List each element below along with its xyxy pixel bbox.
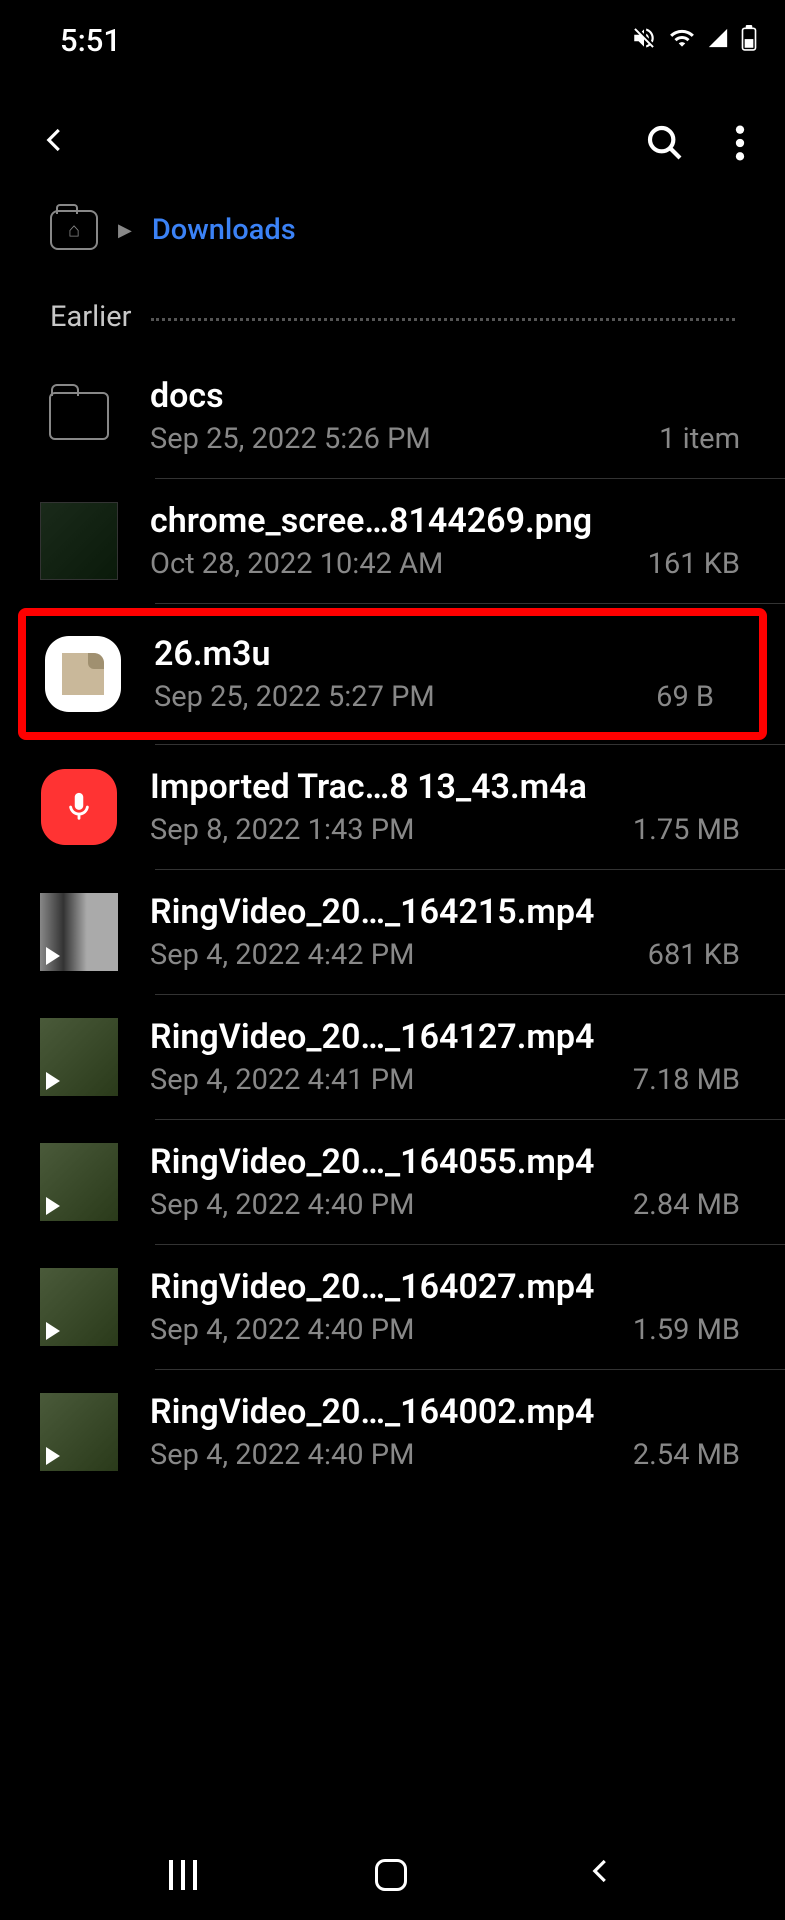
file-list: docs Sep 25, 2022 5:26 PM 1 item chrome_scr… <box>0 354 785 1494</box>
file-name: Imported Trac…8 13_43.m4a <box>150 767 740 807</box>
nav-home-button[interactable] <box>375 1859 407 1891</box>
file-meta: Sep 25, 2022 5:26 PM 1 item <box>150 422 740 456</box>
file-size: 2.84 MB <box>633 1188 740 1222</box>
file-size: 69 B <box>656 680 714 714</box>
file-date: Sep 4, 2022 4:40 PM <box>150 1438 414 1472</box>
file-item[interactable]: RingVideo_20…_164027.mp4 Sep 4, 2022 4:40… <box>0 1245 785 1369</box>
file-details: docs Sep 25, 2022 5:26 PM 1 item <box>150 376 785 456</box>
file-size: 161 KB <box>648 547 740 581</box>
file-meta: Oct 28, 2022 10:42 AM 161 KB <box>150 547 740 581</box>
wifi-icon <box>669 25 695 55</box>
file-date: Sep 4, 2022 4:40 PM <box>150 1188 414 1222</box>
file-details: Imported Trac…8 13_43.m4a Sep 8, 2022 1:4… <box>150 767 785 847</box>
file-item[interactable]: RingVideo_20…_164055.mp4 Sep 4, 2022 4:40… <box>0 1120 785 1244</box>
audio-icon <box>40 768 118 846</box>
app-header <box>0 70 785 190</box>
image-thumbnail <box>40 502 118 580</box>
video-thumbnail <box>40 1143 118 1221</box>
file-item[interactable]: RingVideo_20…_164002.mp4 Sep 4, 2022 4:40… <box>0 1370 785 1494</box>
file-meta: Sep 4, 2022 4:41 PM 7.18 MB <box>150 1063 740 1097</box>
file-details: 26.m3u Sep 25, 2022 5:27 PM 69 B <box>154 634 759 714</box>
home-folder-icon[interactable] <box>50 210 98 250</box>
section-header: Earlier <box>0 280 785 354</box>
nav-back-button[interactable] <box>586 1856 616 1894</box>
breadcrumb: ▶ Downloads <box>0 190 785 280</box>
search-icon[interactable] <box>645 123 685 167</box>
file-size: 1.75 MB <box>633 813 740 847</box>
file-date: Sep 8, 2022 1:43 PM <box>150 813 414 847</box>
mute-icon <box>631 25 657 55</box>
status-time: 5:51 <box>60 22 121 59</box>
file-date: Oct 28, 2022 10:42 AM <box>150 547 443 581</box>
back-button[interactable] <box>40 120 70 170</box>
file-date: Sep 4, 2022 4:42 PM <box>150 938 414 972</box>
file-details: RingVideo_20…_164055.mp4 Sep 4, 2022 4:40… <box>150 1142 785 1222</box>
folder-icon <box>40 377 118 455</box>
file-meta: Sep 4, 2022 4:40 PM 2.84 MB <box>150 1188 740 1222</box>
file-details: RingVideo_20…_164215.mp4 Sep 4, 2022 4:42… <box>150 892 785 972</box>
status-icons <box>631 25 757 55</box>
file-meta: Sep 8, 2022 1:43 PM 1.75 MB <box>150 813 740 847</box>
breadcrumb-current[interactable]: Downloads <box>152 213 296 247</box>
file-date: Sep 4, 2022 4:41 PM <box>150 1063 414 1097</box>
file-name: RingVideo_20…_164027.mp4 <box>150 1267 740 1307</box>
file-size: 7.18 MB <box>633 1063 740 1097</box>
divider <box>155 603 785 604</box>
video-thumbnail <box>40 1018 118 1096</box>
nav-recents-button[interactable] <box>169 1860 197 1890</box>
file-name: RingVideo_20…_164127.mp4 <box>150 1017 740 1057</box>
file-details: chrome_scree…8144269.png Oct 28, 2022 10:… <box>150 501 785 581</box>
file-size: 1 item <box>659 422 740 456</box>
video-thumbnail <box>40 1268 118 1346</box>
file-item[interactable]: RingVideo_20…_164127.mp4 Sep 4, 2022 4:41… <box>0 995 785 1119</box>
file-details: RingVideo_20…_164027.mp4 Sep 4, 2022 4:40… <box>150 1267 785 1347</box>
signal-icon <box>707 27 729 53</box>
file-name: 26.m3u <box>154 634 714 674</box>
video-thumbnail <box>40 893 118 971</box>
file-date: Sep 4, 2022 4:40 PM <box>150 1313 414 1347</box>
file-name: RingVideo_20…_164055.mp4 <box>150 1142 740 1182</box>
file-name: docs <box>150 376 740 416</box>
battery-icon <box>741 25 757 55</box>
file-name: RingVideo_20…_164215.mp4 <box>150 892 740 932</box>
section-dots <box>151 318 735 321</box>
file-size: 2.54 MB <box>633 1438 740 1472</box>
file-date: Sep 25, 2022 5:27 PM <box>154 680 435 714</box>
file-item[interactable]: 26.m3u Sep 25, 2022 5:27 PM 69 B <box>18 608 767 740</box>
file-meta: Sep 4, 2022 4:40 PM 1.59 MB <box>150 1313 740 1347</box>
status-bar: 5:51 <box>0 0 785 70</box>
file-date: Sep 25, 2022 5:26 PM <box>150 422 431 456</box>
more-icon[interactable] <box>735 123 745 167</box>
file-item[interactable]: docs Sep 25, 2022 5:26 PM 1 item <box>0 354 785 478</box>
breadcrumb-separator: ▶ <box>118 220 132 241</box>
file-meta: Sep 25, 2022 5:27 PM 69 B <box>154 680 714 714</box>
section-label: Earlier <box>50 300 131 334</box>
file-meta: Sep 4, 2022 4:42 PM 681 KB <box>150 938 740 972</box>
file-name: RingVideo_20…_164002.mp4 <box>150 1392 740 1432</box>
file-details: RingVideo_20…_164127.mp4 Sep 4, 2022 4:41… <box>150 1017 785 1097</box>
file-size: 1.59 MB <box>633 1313 740 1347</box>
file-item[interactable]: RingVideo_20…_164215.mp4 Sep 4, 2022 4:42… <box>0 870 785 994</box>
file-details: RingVideo_20…_164002.mp4 Sep 4, 2022 4:40… <box>150 1392 785 1472</box>
file-item[interactable]: chrome_scree…8144269.png Oct 28, 2022 10:… <box>0 479 785 603</box>
nav-bar <box>0 1830 785 1920</box>
file-icon <box>44 635 122 713</box>
file-item[interactable]: Imported Trac…8 13_43.m4a Sep 8, 2022 1:4… <box>0 745 785 869</box>
file-size: 681 KB <box>648 938 740 972</box>
video-thumbnail <box>40 1393 118 1471</box>
file-meta: Sep 4, 2022 4:40 PM 2.54 MB <box>150 1438 740 1472</box>
file-name: chrome_scree…8144269.png <box>150 501 740 541</box>
